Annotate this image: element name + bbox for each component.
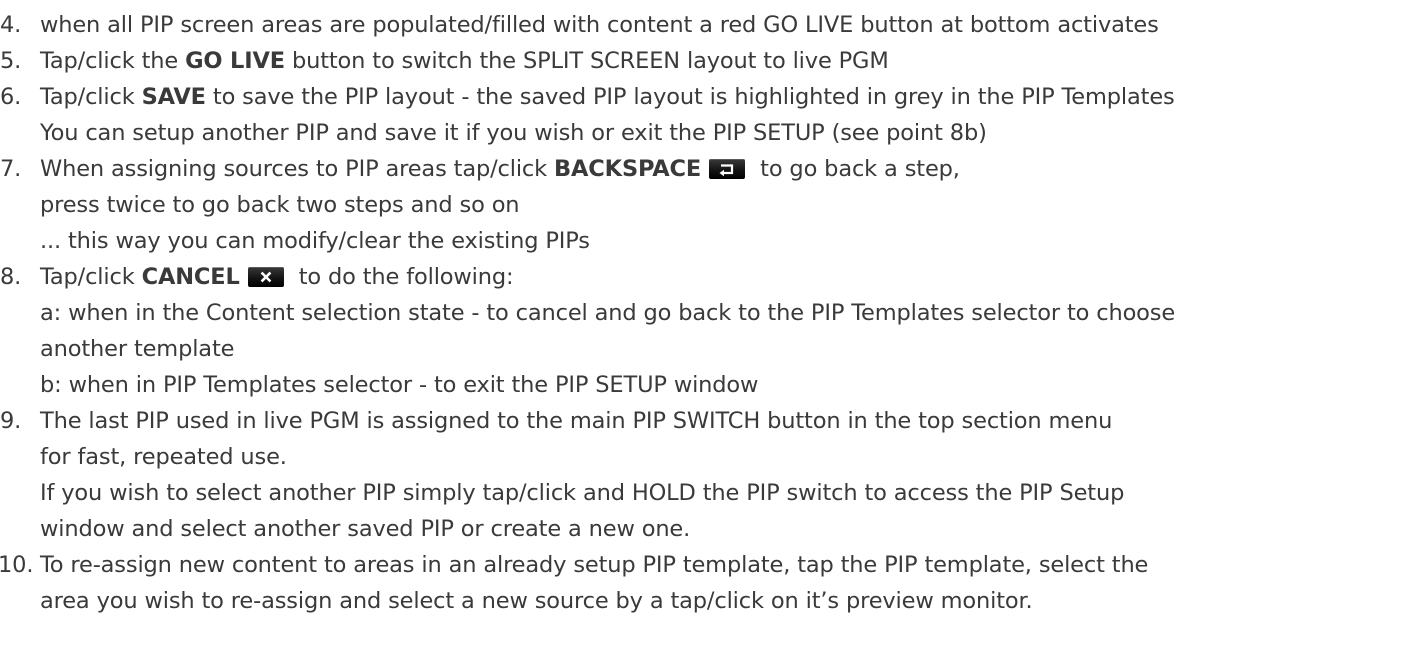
item-text: ... this way you can modify/clear the ex… bbox=[40, 228, 590, 254]
item-text: If you wish to select another PIP simply… bbox=[40, 480, 1125, 506]
item-number: 7. bbox=[0, 156, 22, 182]
save-keyword: SAVE bbox=[141, 84, 206, 110]
item-number: 6. bbox=[0, 84, 22, 110]
item-text: To re-assign new content to areas in an … bbox=[40, 552, 1149, 578]
item-number: 5. bbox=[0, 48, 22, 74]
item-text: another template bbox=[40, 336, 235, 362]
item-number: 4. bbox=[0, 12, 22, 38]
item-text: area you wish to re-assign and select a … bbox=[40, 588, 1033, 614]
item-text: Tap/click the GO LIVE button to switch t… bbox=[40, 48, 889, 74]
item-text: Tap/click CANCEL to do the following: bbox=[40, 264, 514, 290]
item-text: You can setup another PIP and save it if… bbox=[40, 120, 987, 146]
item-text: window and select another saved PIP or c… bbox=[40, 516, 691, 542]
cancel-icon bbox=[247, 267, 284, 287]
item-text: Tap/click SAVE to save the PIP layout - … bbox=[40, 84, 1175, 110]
item-text: b: when in PIP Templates selector - to e… bbox=[40, 372, 759, 398]
backspace-keyword: BACKSPACE bbox=[554, 156, 702, 182]
backspace-icon bbox=[709, 159, 746, 179]
item-number: 8. bbox=[0, 264, 22, 290]
cancel-keyword: CANCEL bbox=[141, 264, 240, 290]
item-text: for fast, repeated use. bbox=[40, 444, 287, 470]
item-text: press twice to go back two steps and so … bbox=[40, 192, 520, 218]
item-number: 10. bbox=[0, 552, 34, 578]
item-number: 9. bbox=[0, 408, 22, 434]
item-text: The last PIP used in live PGM is assigne… bbox=[40, 408, 1113, 434]
item-text: When assigning sources to PIP areas tap/… bbox=[40, 156, 960, 182]
item-text: a: when in the Content selection state -… bbox=[40, 300, 1176, 326]
go-live-keyword: GO LIVE bbox=[185, 48, 285, 74]
item-text: when all PIP screen areas are populated/… bbox=[40, 12, 1159, 38]
